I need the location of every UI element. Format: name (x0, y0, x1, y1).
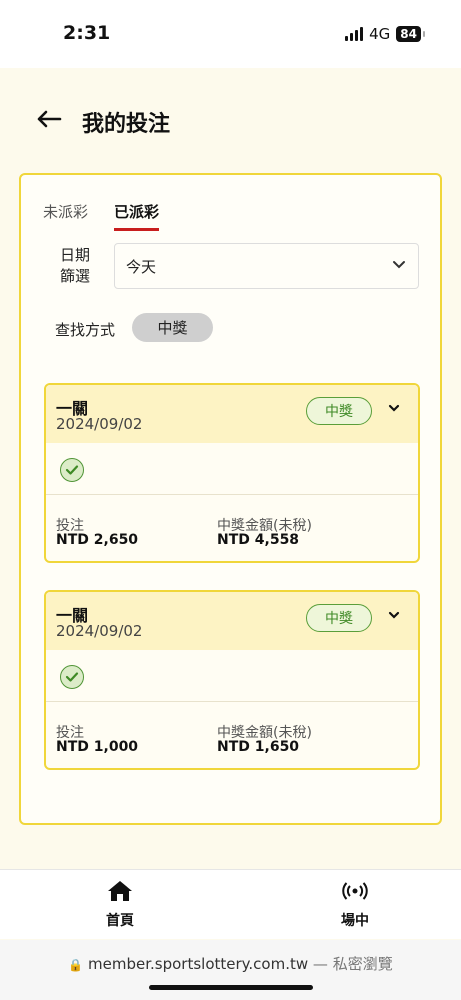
page-header (0, 68, 461, 173)
bet-card-header[interactable]: 一關 2024/09/02 中獎 (46, 385, 418, 443)
date-filter-label-line2: 篩選 (59, 267, 90, 285)
bet-result-row (46, 650, 418, 702)
lock-icon: 🔒 (68, 958, 84, 972)
url-host: member.sportslottery.com.tw (88, 955, 309, 973)
prize-value: NTD 4,558 (217, 532, 300, 548)
home-indicator (149, 985, 313, 990)
battery-icon: 84 (396, 26, 425, 42)
win-status-badge: 中獎 (306, 604, 372, 632)
check-circle-icon (60, 458, 84, 482)
bet-date: 2024/09/02 (56, 622, 143, 640)
date-filter-label-line1: 日期 (59, 246, 90, 264)
chevron-down-icon (392, 257, 406, 275)
network-type: 4G (369, 25, 391, 43)
bet-result-row (46, 443, 418, 495)
url-display: 🔒 member.sportslottery.com.tw — 私密瀏覽 (0, 953, 461, 974)
home-icon (90, 880, 150, 904)
chevron-down-icon[interactable] (388, 402, 400, 418)
status-bar: 2:31 4G 84 (0, 0, 461, 68)
bet-amounts: 投注 NTD 1,000 中獎金額(未稅) NTD 1,650 (46, 702, 418, 768)
date-filter-value: 今天 (126, 257, 157, 276)
bet-card: 一關 2024/09/02 中獎 投注 NTD 2,650 中獎金額(未稅) N… (44, 383, 420, 563)
tab-unsettled[interactable]: 未派彩 (43, 201, 88, 231)
chevron-down-icon[interactable] (388, 609, 400, 625)
tab-settled[interactable]: 已派彩 (114, 201, 160, 231)
nav-label-home: 首頁 (106, 913, 134, 929)
signal-icon (345, 27, 364, 41)
page-title: 我的投注 (82, 112, 171, 137)
browser-url-bar[interactable]: 🔒 member.sportslottery.com.tw — 私密瀏覽 (0, 940, 461, 1000)
status-indicators: 4G 84 (345, 25, 425, 43)
bottom-nav: 首頁 場中 (0, 869, 461, 939)
search-method-label: 查找方式 (55, 321, 116, 339)
nav-item-live[interactable]: 場中 (325, 880, 385, 930)
bet-card: 一關 2024/09/02 中獎 投注 NTD 1,000 中獎金額(未稅) N… (44, 590, 420, 770)
search-method-chip[interactable]: 中獎 (132, 313, 213, 342)
win-status-badge: 中獎 (306, 397, 372, 425)
live-broadcast-icon (325, 880, 385, 904)
date-filter-label: 日期 篩選 (55, 245, 95, 287)
tab-bar: 未派彩 已派彩 (43, 201, 160, 231)
prize-value: NTD 1,650 (217, 739, 300, 755)
bet-card-header[interactable]: 一關 2024/09/02 中獎 (46, 592, 418, 650)
back-arrow-icon[interactable] (36, 108, 62, 134)
bet-date: 2024/09/02 (56, 415, 143, 433)
date-filter-select[interactable]: 今天 (114, 243, 419, 289)
nav-label-live: 場中 (341, 913, 369, 929)
nav-item-home[interactable]: 首頁 (90, 880, 150, 930)
stake-value: NTD 1,000 (56, 739, 139, 755)
private-browsing-label: — 私密瀏覽 (312, 955, 393, 973)
stake-value: NTD 2,650 (56, 532, 139, 548)
bet-amounts: 投注 NTD 2,650 中獎金額(未稅) NTD 4,558 (46, 495, 418, 561)
status-time: 2:31 (63, 22, 111, 44)
check-circle-icon (60, 665, 84, 689)
bets-panel: 未派彩 已派彩 日期 篩選 今天 查找方式 中獎 一關 2024/09/02 中… (19, 173, 442, 825)
